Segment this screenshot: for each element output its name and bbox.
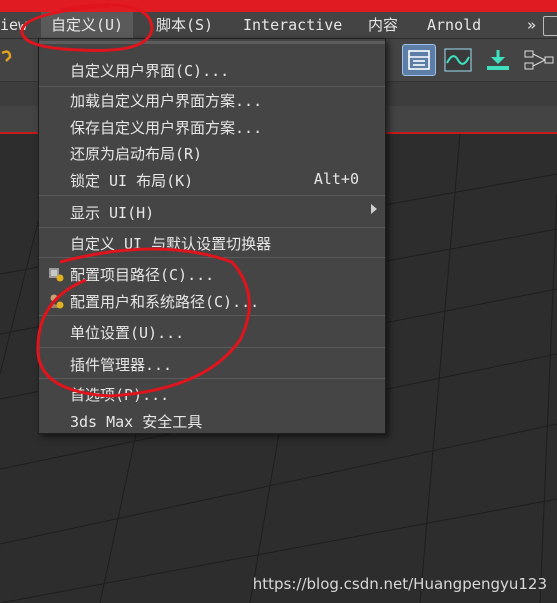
menu-scripting[interactable]: 脚本(S) (156, 12, 213, 38)
project-folder-icon (48, 266, 64, 282)
menu-bar: iew 自定义(U) 脚本(S) Interactive 内容 Arnold » (0, 12, 557, 39)
menu-item-units-setup[interactable]: 单位设置(U)... (39, 318, 385, 345)
menu-item-label: 配置项目路径(C)... (70, 266, 215, 284)
layout-icon[interactable] (402, 44, 436, 76)
menu-separator (39, 257, 385, 258)
download-icon[interactable] (481, 44, 515, 76)
submenu-arrow-icon (371, 204, 377, 214)
menu-item-ui-defaults-switcher[interactable]: 自定义 UI 与默认设置切换器 (39, 229, 385, 256)
menu-separator (39, 195, 385, 196)
watermark-text: https://blog.csdn.net/Huangpengyu123 (252, 575, 547, 593)
menu-arnold[interactable]: Arnold (427, 12, 481, 38)
menu-item-configure-project-paths[interactable]: 配置项目路径(C)... (39, 260, 385, 287)
menu-separator (39, 227, 385, 228)
menu-item-load-ui-scheme[interactable]: 加载自定义用户界面方案... (39, 86, 385, 113)
menu-item-label: 首选项(P)... (70, 386, 170, 404)
menu-overflow-chevron[interactable]: » (527, 12, 536, 38)
search-icon[interactable] (543, 16, 557, 36)
menu-separator (39, 315, 385, 316)
schematic-view-icon[interactable] (523, 44, 557, 76)
menu-view[interactable]: iew (0, 12, 27, 38)
menu-interactive[interactable]: Interactive (243, 12, 342, 38)
user-gear-icon (48, 293, 64, 309)
menu-item-label: 插件管理器... (70, 356, 173, 374)
customize-dropdown-menu: 自定义用户界面(C)... 加载自定义用户界面方案... 保存自定义用户界面方案… (38, 38, 386, 434)
menu-item-label: 显示 UI(H) (70, 204, 155, 222)
menu-item-label: 锁定 UI 布局(K) (70, 172, 194, 190)
menu-item-label: 自定义用户界面(C)... (70, 62, 230, 80)
menu-item-label: 单位设置(U)... (70, 324, 185, 342)
menu-item-label: 保存自定义用户界面方案... (70, 119, 263, 137)
menu-item-label: 配置用户和系统路径(C)... (70, 293, 260, 311)
menu-separator (39, 378, 385, 379)
menu-separator (39, 347, 385, 348)
menu-item-configure-user-system-paths[interactable]: 配置用户和系统路径(C)... (39, 287, 385, 314)
menu-item-revert-startup-layout[interactable]: 还原为启动布局(R) (39, 139, 385, 166)
menu-item-label: 3ds Max 安全工具 (70, 413, 203, 431)
menu-item-shortcut: Alt+0 (313, 170, 359, 188)
menu-item-customize-ui[interactable]: 自定义用户界面(C)... (39, 56, 385, 83)
title-bar-red (0, 0, 557, 12)
undo-icon[interactable] (0, 47, 14, 69)
menu-item-show-ui[interactable]: 显示 UI(H) (39, 198, 385, 225)
menu-customize[interactable]: 自定义(U) (41, 12, 134, 38)
menu-top-line (39, 41, 385, 44)
menu-item-preferences[interactable]: 首选项(P)... (39, 380, 385, 407)
menu-item-plugin-manager[interactable]: 插件管理器... (39, 350, 385, 377)
menu-content[interactable]: 内容 (368, 12, 398, 38)
curve-editor-icon[interactable] (441, 44, 475, 76)
menu-item-label: 加载自定义用户界面方案... (70, 92, 263, 110)
menu-item-label: 还原为启动布局(R) (70, 145, 203, 163)
menu-item-save-ui-scheme[interactable]: 保存自定义用户界面方案... (39, 113, 385, 140)
menu-item-security-tools[interactable]: 3ds Max 安全工具 (39, 407, 385, 434)
menu-item-lock-ui-layout[interactable]: 锁定 UI 布局(K) Alt+0 (39, 166, 385, 193)
menu-item-label: 自定义 UI 与默认设置切换器 (70, 235, 272, 253)
